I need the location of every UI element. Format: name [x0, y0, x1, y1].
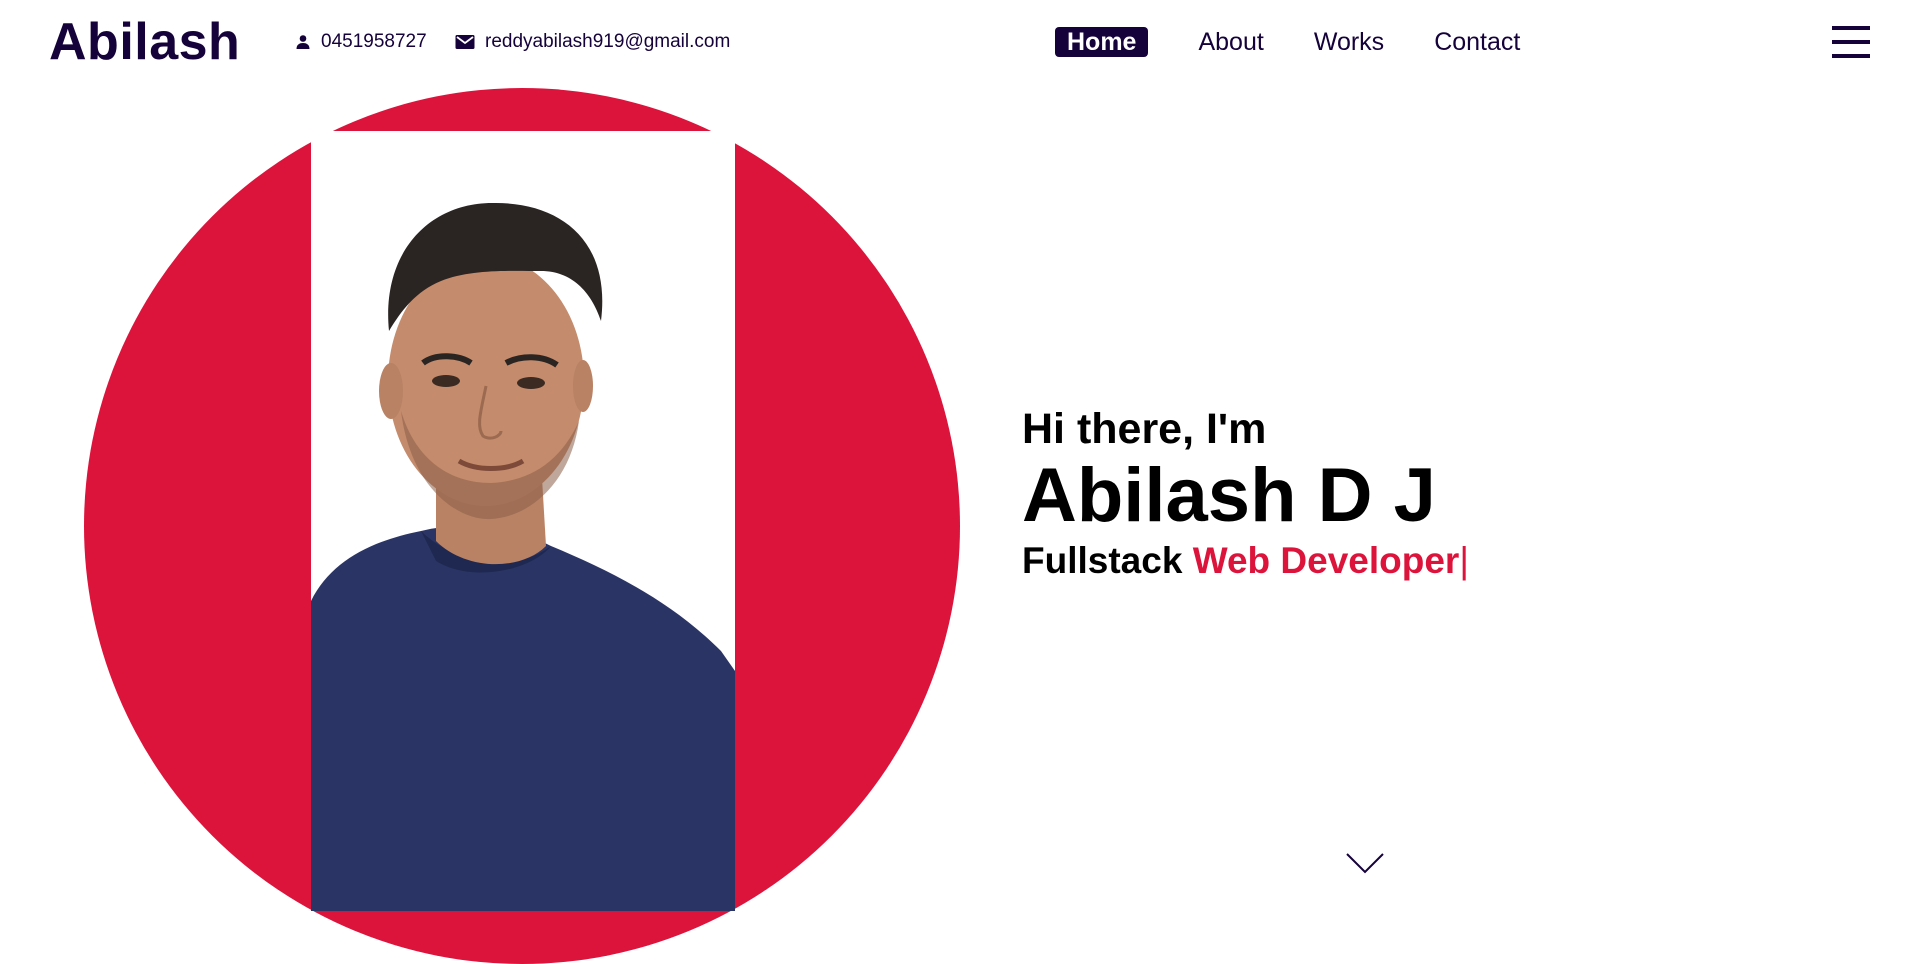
hamburger-line	[1832, 40, 1870, 44]
phone-contact: 0451958727	[295, 31, 427, 53]
header-bar: Abilash 0451958727 reddyabilash919@gmail…	[0, 0, 1914, 86]
hero-greeting: Hi there, I'm	[1022, 405, 1267, 453]
main-nav: Home About Works Contact	[1055, 27, 1570, 57]
mail-icon	[455, 35, 475, 49]
hamburger-line	[1832, 54, 1870, 58]
nav-about[interactable]: About	[1198, 27, 1263, 57]
nav-contact[interactable]: Contact	[1434, 27, 1520, 57]
hero-intro: Hi there, I'm Abilash D J Fullstack Web …	[1022, 404, 1469, 584]
nav-works[interactable]: Works	[1314, 27, 1384, 57]
hero-role: Fullstack Web Developer|	[1022, 538, 1469, 584]
role-accent: Web Developer	[1192, 540, 1460, 581]
phone-number: 0451958727	[321, 31, 427, 52]
role-prefix: Fullstack	[1022, 540, 1183, 581]
hero-name: Abilash D J	[1022, 453, 1436, 538]
email-contact: reddyabilash919@gmail.com	[455, 31, 730, 53]
hamburger-line	[1832, 26, 1870, 30]
typing-cursor: |	[1459, 540, 1469, 581]
site-logo[interactable]: Abilash	[49, 12, 240, 72]
email-address: reddyabilash919@gmail.com	[485, 31, 731, 52]
hamburger-menu-icon[interactable]	[1832, 26, 1870, 58]
profile-photo	[311, 131, 735, 911]
nav-home[interactable]: Home	[1055, 27, 1149, 57]
chevron-down-icon[interactable]	[1345, 850, 1385, 876]
person-icon	[296, 35, 310, 49]
